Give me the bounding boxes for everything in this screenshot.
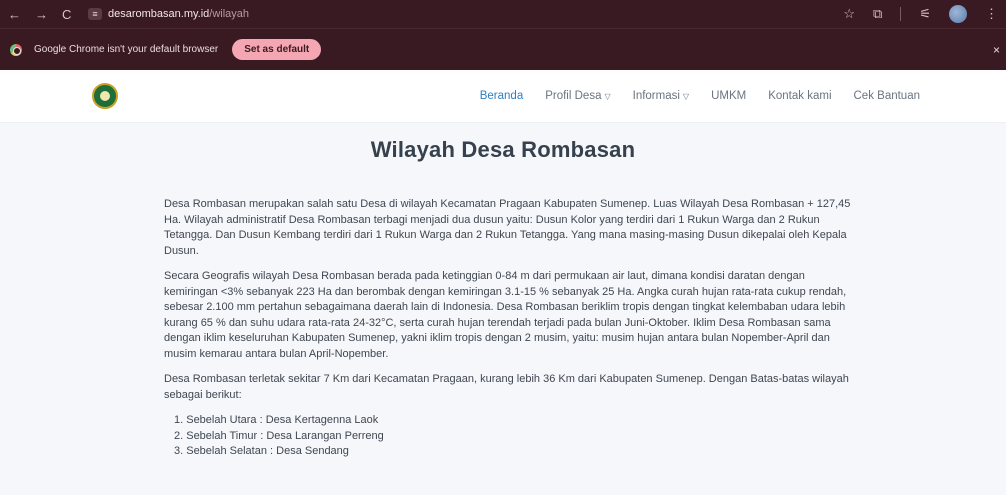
default-browser-infobar: Google Chrome isn't your default browser… — [0, 28, 1006, 70]
address-bar[interactable]: ≡ desarombasan.my.id/wilayah — [88, 8, 843, 20]
tab-search-icon[interactable]: ⧉ — [873, 6, 882, 22]
list-item: 3. Sebelah Selatan : Desa Sendang — [174, 445, 349, 457]
paragraph: Desa Rombasan terletak sekitar 7 Km dari… — [164, 373, 849, 401]
profile-avatar[interactable] — [949, 5, 967, 23]
set-default-button[interactable]: Set as default — [232, 39, 322, 60]
chrome-logo-icon — [10, 43, 22, 56]
article-body: Desa Rombasan merupakan salah satu Desa … — [164, 197, 854, 460]
separator — [900, 7, 902, 21]
list-item: 1. Sebelah Utara : Desa Kertagenna Laok — [174, 414, 379, 426]
forward-icon[interactable]: → — [35, 8, 48, 21]
paragraph: Secara Geografis wilayah Desa Rombasan b… — [164, 270, 847, 360]
border-list: 1. Sebelah Utara : Desa Kertagenna Laok … — [174, 413, 854, 460]
main-content: Wilayah Desa Rombasan Desa Rombasan meru… — [0, 123, 1006, 460]
browser-toolbar: ← → C ≡ desarombasan.my.id/wilayah ☆ ⧉ ⚟… — [0, 0, 1006, 28]
reload-icon[interactable]: C — [62, 8, 71, 21]
back-icon[interactable]: ← — [8, 8, 21, 21]
extensions-icon[interactable]: ⚟ — [919, 6, 931, 22]
page-title: Wilayah Desa Rombasan — [370, 137, 636, 162]
chevron-down-icon: ▽ — [604, 92, 611, 101]
nav-buttons: ← → C — [8, 8, 88, 21]
chevron-down-icon: ▽ — [682, 92, 690, 101]
url-path: /wilayah — [209, 8, 250, 20]
main-menu: Beranda Profil Desa ▽ Informasi ▽ UMKM Kon… — [480, 90, 920, 102]
bookmark-star-icon[interactable]: ☆ — [843, 6, 855, 22]
site-header: Beranda Profil Desa ▽ Informasi ▽ UMKM Kon… — [0, 70, 1006, 123]
menu-informasi[interactable]: Informasi ▽ — [633, 90, 689, 102]
list-item: 2. Sebelah Timur : Desa Larangan Perreng — [174, 429, 384, 442]
url-domain: desarombasan.my.id — [108, 8, 210, 20]
site-settings-icon[interactable]: ≡ — [88, 8, 102, 20]
menu-label: Informasi — [632, 90, 680, 102]
close-icon[interactable]: × — [993, 43, 1000, 57]
paragraph: Desa Rombasan merupakan salah satu Desa … — [164, 198, 851, 257]
menu-umkm[interactable]: UMKM — [711, 90, 746, 102]
menu-cek-bantuan[interactable]: Cek Bantuan — [854, 90, 921, 102]
menu-beranda[interactable]: Beranda — [480, 90, 523, 102]
menu-label: Profil Desa — [545, 90, 602, 102]
url-text[interactable]: desarombasan.my.id/wilayah — [108, 8, 249, 20]
browser-actions: ☆ ⧉ ⚟ ⋮ — [843, 5, 998, 23]
village-logo[interactable] — [92, 83, 118, 109]
menu-profil-desa[interactable]: Profil Desa ▽ — [545, 90, 610, 102]
menu-dots-icon[interactable]: ⋮ — [985, 6, 998, 22]
infobar-message: Google Chrome isn't your default browser — [34, 44, 219, 55]
menu-kontak[interactable]: Kontak kami — [768, 90, 831, 102]
